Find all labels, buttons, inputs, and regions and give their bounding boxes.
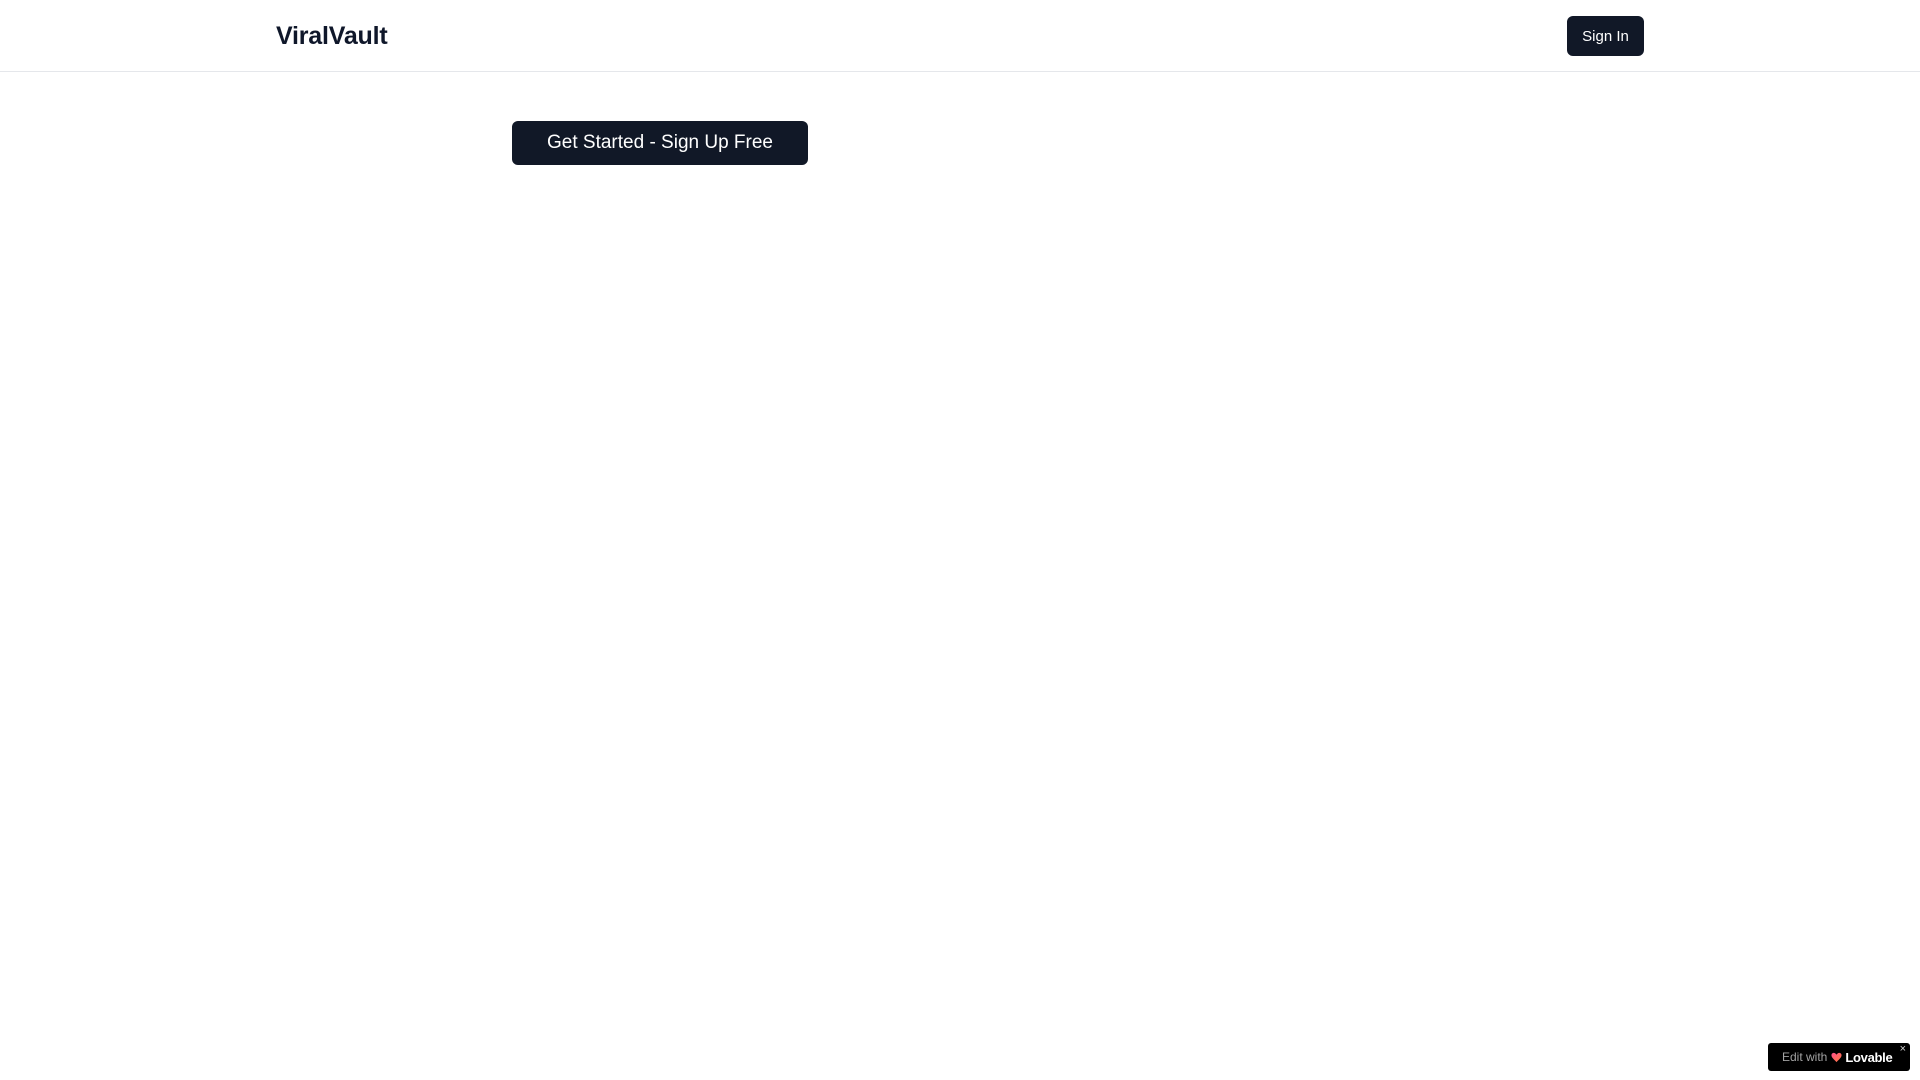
heart-icon [1831,1052,1842,1062]
sign-in-button[interactable]: Sign In [1567,16,1644,56]
brand-logo[interactable]: ViralVault [276,19,388,53]
site-header: ViralVault Sign In [0,0,1920,72]
edit-with-lovable-badge[interactable]: Edit with Lovable × [1768,1043,1910,1071]
get-started-button[interactable]: Get Started - Sign Up Free [512,121,808,165]
badge-brand-text: Lovable [1845,1049,1893,1065]
badge-prefix-text: Edit with [1782,1050,1828,1064]
close-icon[interactable]: × [1900,1043,1906,1055]
